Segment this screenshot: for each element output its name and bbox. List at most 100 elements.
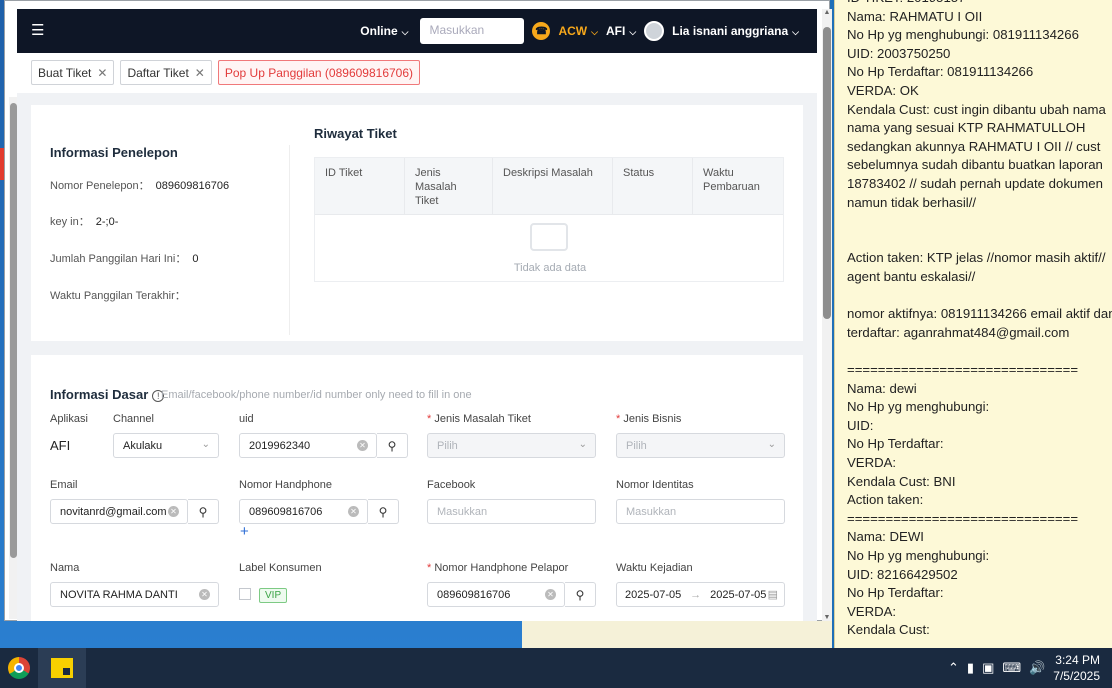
chrome-taskbar-button[interactable] bbox=[0, 648, 38, 688]
clock[interactable]: 3:24 PM 7/5/2025 bbox=[1053, 652, 1100, 684]
acw-select[interactable]: ACW ⌵ bbox=[558, 24, 598, 38]
email-label: Email bbox=[50, 479, 78, 491]
tab-label: Daftar Tiket bbox=[127, 65, 189, 80]
clear-icon[interactable]: ✕ bbox=[168, 506, 179, 517]
phone-value: 089609816706 bbox=[249, 506, 323, 518]
facebook-input[interactable]: Masukkan bbox=[427, 499, 596, 524]
close-icon[interactable]: ✕ bbox=[97, 66, 107, 80]
inner-scrollbar-thumb[interactable] bbox=[10, 103, 17, 558]
menu-toggle-icon[interactable]: ☰ bbox=[31, 23, 44, 38]
phone-search-button[interactable]: ⚲ bbox=[368, 499, 399, 524]
business-type-select[interactable]: Pilih ⌄ bbox=[616, 433, 785, 458]
chevron-down-icon: ⌵ bbox=[401, 27, 409, 37]
note-line: nomor aktifnya: 081911134266 email aktif… bbox=[847, 306, 1112, 322]
email-search-button[interactable]: ⚲ bbox=[188, 499, 219, 524]
note-line: No Hp yg menghubungi: bbox=[847, 548, 990, 563]
chrome-icon bbox=[8, 657, 30, 679]
tab-daftar-tiket[interactable]: Daftar Tiket ✕ bbox=[120, 60, 212, 85]
chevron-down-icon: ⌄ bbox=[578, 439, 587, 450]
note-line: VERDA: OK bbox=[847, 83, 919, 98]
channel-label: Channel bbox=[113, 413, 154, 425]
basic-info-card: Informasi Dasar! Email/facebook/phone nu… bbox=[31, 355, 803, 621]
uid-input[interactable]: 2019962340 ✕ bbox=[239, 433, 377, 458]
clear-icon[interactable]: ✕ bbox=[199, 589, 210, 600]
email-value: novitanrd@gmail.com bbox=[60, 506, 167, 518]
name-input[interactable]: NOVITA RAHMA DANTI ✕ bbox=[50, 582, 219, 607]
chevron-down-icon: ⌄ bbox=[767, 439, 776, 450]
incident-start-date: 2025-07-05 bbox=[625, 589, 681, 601]
basic-info-title: Informasi Dasar! bbox=[50, 387, 165, 402]
tab-buat-tiket[interactable]: Buat Tiket ✕ bbox=[31, 60, 115, 85]
add-phone-icon[interactable]: + bbox=[240, 523, 249, 540]
header-right: Online ⌵ Masukkan ☎ ACW ⌵ AFI ⌵ Lia isnani … bbox=[360, 17, 799, 45]
tab-label: Pop Up Panggilan (089609816706) bbox=[224, 65, 414, 80]
sticky-notes-taskbar-button[interactable] bbox=[38, 648, 86, 688]
desktop-window-edge bbox=[522, 620, 832, 648]
note-line: ============================== bbox=[847, 510, 1079, 526]
business-type-placeholder: Pilih bbox=[626, 440, 647, 452]
app-header: ☰ Online ⌵ Masukkan ☎ ACW ⌵ AFI ⌵ Lia isnan… bbox=[17, 9, 817, 53]
search-icon: ⚲ bbox=[387, 438, 397, 453]
scroll-down-icon[interactable]: ▼ bbox=[822, 614, 832, 621]
clock-time: 3:24 PM bbox=[1055, 653, 1100, 667]
incident-date-range[interactable]: 2025-07-05 → 2025-07-05 ▤ bbox=[616, 582, 785, 607]
column-header: ID Tiket bbox=[315, 158, 405, 214]
note-line: UID: 2003750250 bbox=[847, 45, 951, 61]
scroll-up-icon[interactable]: ▲ bbox=[822, 9, 832, 16]
uid-search-button[interactable]: ⚲ bbox=[377, 433, 408, 458]
search-icon: ⚲ bbox=[198, 504, 208, 519]
note-line: Action taken: KTP jelas //nomor masih ak… bbox=[847, 250, 1106, 266]
reporter-phone-search-button[interactable]: ⚲ bbox=[565, 582, 596, 607]
reporter-phone-value: 089609816706 bbox=[437, 589, 511, 601]
page-scrollbar[interactable]: ▲ ▼ bbox=[822, 9, 832, 621]
note-line: ============================== bbox=[847, 362, 1079, 377]
chevron-up-icon[interactable]: ⌃ bbox=[948, 660, 959, 676]
id-number-input[interactable]: Masukkan bbox=[616, 499, 785, 524]
issue-type-select[interactable]: Pilih ⌄ bbox=[427, 433, 596, 458]
search-icon: ⚲ bbox=[575, 587, 585, 602]
keyboard-icon[interactable]: ⌨ bbox=[1002, 660, 1021, 676]
email-input[interactable]: novitanrd@gmail.com ✕ bbox=[50, 499, 188, 524]
phone-icon[interactable]: ☎ bbox=[532, 22, 551, 40]
column-header: Status bbox=[613, 158, 693, 214]
clear-icon[interactable]: ✕ bbox=[348, 506, 359, 517]
id-number-label: Nomor Identitas bbox=[616, 479, 694, 491]
column-header: Waktu Pembaruan bbox=[703, 167, 760, 193]
reporter-phone-input[interactable]: 089609816706 ✕ bbox=[427, 582, 565, 607]
battery-icon[interactable]: ▮ bbox=[967, 660, 974, 676]
channel-select[interactable]: Akulaku ⌄ bbox=[113, 433, 219, 458]
tab-label: Buat Tiket bbox=[38, 65, 92, 80]
calls-today-row: Jumlah Panggilan Hari Ini： 0 bbox=[50, 250, 198, 266]
note-line: Kendala Cust: cust ingin dibantu ubah na… bbox=[847, 101, 1106, 117]
network-icon[interactable]: ▣ bbox=[982, 660, 994, 676]
volume-icon[interactable]: 🔊 bbox=[1029, 660, 1045, 676]
note-line: nama yang sesuai KTP RAHMATULLOH bbox=[847, 120, 1086, 136]
note-line: No Hp Terdaftar: bbox=[847, 436, 944, 452]
status-select[interactable]: Online ⌵ bbox=[360, 24, 408, 38]
last-call-label: Waktu Panggilan Terakhir： bbox=[50, 290, 186, 302]
status-label: Online bbox=[360, 24, 398, 38]
phone-input[interactable]: 089609816706 ✕ bbox=[239, 499, 368, 524]
vip-checkbox[interactable] bbox=[239, 588, 251, 600]
note-line: UID: bbox=[847, 417, 874, 433]
sticky-note-window[interactable]: ID TIKET: 20195157 Nama: RAHMATU I OII No … bbox=[834, 0, 1112, 648]
tab-popup-panggilan[interactable]: Pop Up Panggilan (089609816706) bbox=[217, 60, 421, 85]
note-line: UID: 82166429502 bbox=[847, 566, 958, 582]
caller-card: Informasi Penelepon Nomor Penelepon： 0896… bbox=[31, 105, 803, 341]
header-search-input[interactable]: Masukkan bbox=[420, 18, 525, 44]
clock-date: 7/5/2025 bbox=[1053, 669, 1100, 683]
avatar[interactable] bbox=[644, 21, 665, 41]
main-content: Informasi Penelepon Nomor Penelepon： 0896… bbox=[17, 93, 817, 621]
note-line: VERDA: bbox=[847, 455, 897, 470]
clear-icon[interactable]: ✕ bbox=[357, 440, 368, 451]
name-label: Nama bbox=[50, 562, 80, 574]
clear-icon[interactable]: ✕ bbox=[545, 589, 556, 600]
facebook-label: Facebook bbox=[427, 479, 476, 491]
app-select[interactable]: AFI ⌵ bbox=[606, 24, 636, 38]
close-icon[interactable]: ✕ bbox=[195, 66, 205, 80]
scrollbar-thumb[interactable] bbox=[823, 27, 831, 319]
issue-type-label: Jenis Masalah Tiket bbox=[427, 413, 531, 425]
caller-number-value: 089609816706 bbox=[155, 180, 230, 192]
chevron-down-icon: ⌵ bbox=[629, 27, 637, 37]
user-menu[interactable]: Lia isnani anggriana ⌵ bbox=[672, 24, 799, 38]
